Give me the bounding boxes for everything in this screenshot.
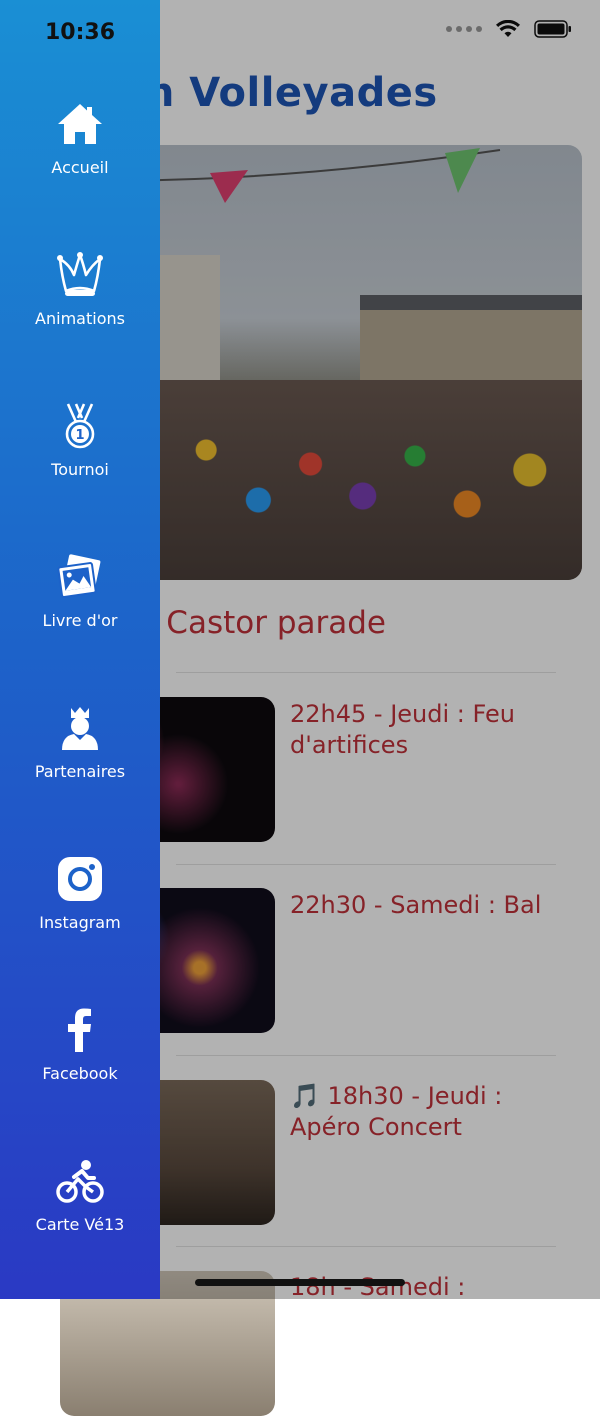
drawer-item-animations[interactable]: Animations xyxy=(0,251,160,371)
drawer-item-tournoi[interactable]: 1 Tournoi xyxy=(0,402,160,522)
drawer-item-partenaires[interactable]: Partenaires xyxy=(0,704,160,824)
drawer-item-label: Carte Vé13 xyxy=(35,1215,125,1234)
drawer-item-accueil[interactable]: Accueil xyxy=(0,100,160,220)
drawer-item-label: Partenaires xyxy=(34,762,126,781)
home-icon xyxy=(58,104,102,144)
side-drawer: 10:36 Accueil Animations 1 Tournoi Livre… xyxy=(0,0,160,1299)
facebook-icon xyxy=(68,1008,91,1052)
cyclist-icon xyxy=(56,1160,104,1203)
instagram-icon xyxy=(58,857,102,901)
drawer-item-label: Tournoi xyxy=(51,460,109,479)
status-time: 10:36 xyxy=(44,20,116,45)
drawer-item-livre-dor[interactable]: Livre d'or xyxy=(0,553,160,673)
drawer-item-facebook[interactable]: Facebook xyxy=(0,1006,160,1126)
svg-text:1: 1 xyxy=(75,428,84,443)
drawer-item-instagram[interactable]: Instagram xyxy=(0,855,160,975)
drawer-item-label: Instagram xyxy=(39,913,121,932)
medal-icon: 1 xyxy=(65,403,95,449)
drawer-item-label: Livre d'or xyxy=(42,611,118,630)
drawer-item-label: Facebook xyxy=(42,1064,118,1083)
king-icon xyxy=(62,707,98,750)
drawer-item-label: Accueil xyxy=(51,158,109,177)
photos-icon xyxy=(57,554,101,598)
drawer-item-carte-ve13[interactable]: Carte Vé13 xyxy=(0,1157,160,1277)
drawer-item-label: Animations xyxy=(35,309,125,328)
jester-hat-icon xyxy=(57,252,103,296)
home-indicator[interactable] xyxy=(195,1279,405,1286)
